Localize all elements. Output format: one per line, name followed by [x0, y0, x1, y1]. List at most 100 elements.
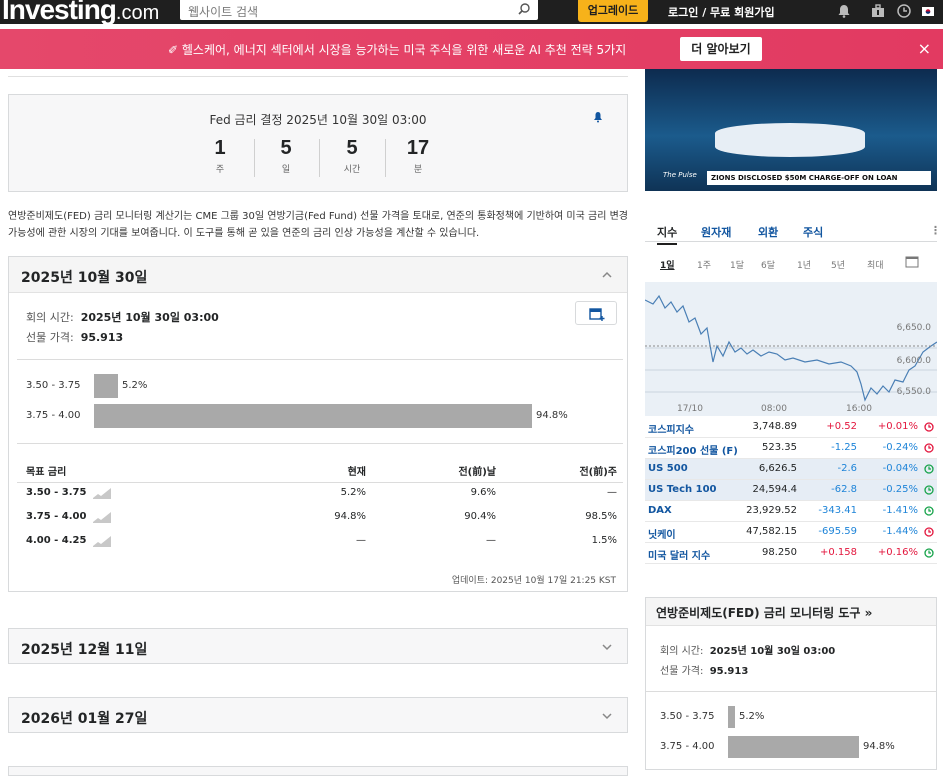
portfolio-icon[interactable] [870, 3, 886, 19]
market-change: +0.158 [819, 547, 857, 558]
period-5y[interactable]: 5년 [831, 258, 845, 271]
period-1d[interactable]: 1일 [660, 258, 675, 271]
prev-week-value: — [607, 487, 617, 498]
search-input[interactable]: 웹사이트 검색 [180, 0, 538, 20]
col-header-prev-week: 전(前)주 [579, 467, 617, 478]
market-change-pct: +0.01% [877, 421, 918, 432]
period-max[interactable]: 최대 [867, 258, 884, 271]
market-row[interactable]: 코스피지수 3,748.89 +0.52 +0.01% [645, 417, 937, 438]
prev-day-value: 90.4% [464, 511, 496, 522]
market-status-clock-icon [924, 548, 934, 558]
studio-desk-image [715, 123, 865, 157]
market-change: -343.41 [818, 505, 857, 516]
tab-indices[interactable]: 지수 [657, 224, 678, 245]
rate-range: 3.75 - 4.00 [26, 511, 87, 522]
search-icon[interactable] [518, 3, 530, 15]
investing-logo[interactable]: Investing.com [2, 0, 159, 26]
period-6m[interactable]: 6달 [761, 258, 775, 271]
close-icon[interactable]: × [918, 39, 931, 58]
trend-chart-icon[interactable] [93, 511, 111, 523]
more-options-icon[interactable]: ⋮ [930, 224, 941, 237]
market-row[interactable]: 닛케이 47,582.15 -695.59 -1.44% [645, 522, 937, 543]
countdown-weeks: 1주 [214, 137, 226, 175]
market-name[interactable]: 코스피200 선물 (F) [648, 442, 738, 457]
col-header-prev-day: 전(前)날 [458, 467, 496, 478]
market-last: 98.250 [762, 547, 797, 558]
market-change-pct: -1.44% [882, 526, 918, 537]
market-change: -2.6 [837, 463, 857, 474]
index-chart[interactable]: 6,650.0 6,600.0 6,550.0 17/10 08:00 16:0… [644, 282, 938, 416]
search-placeholder: 웹사이트 검색 [188, 5, 259, 19]
market-name[interactable]: US Tech 100 [648, 484, 716, 495]
upgrade-button[interactable]: 업그레이드 [578, 0, 648, 22]
rate-range-label: 3.75 - 4.00 [26, 410, 81, 421]
period-1m[interactable]: 1달 [730, 258, 744, 271]
expand-chart-icon[interactable] [905, 256, 919, 268]
meeting-date-title: 2025년 10월 30일 [21, 270, 148, 286]
bell-icon[interactable] [836, 3, 852, 19]
probability-bar [728, 736, 859, 758]
tab-commodities[interactable]: 원자재 [701, 224, 731, 240]
meeting-card-header[interactable]: 2025년 10월 30일 [9, 257, 627, 293]
chevron-down-icon[interactable] [601, 641, 613, 653]
alert-bell-icon[interactable] [593, 111, 603, 123]
market-last: 6,626.5 [758, 463, 797, 474]
probability-bar-row: 3.75 - 4.00 94.8% [660, 736, 930, 758]
chevron-down-icon[interactable] [601, 710, 613, 722]
meeting-accordion[interactable] [8, 766, 628, 776]
countdown-days: 5일 [280, 137, 292, 175]
add-to-calendar-button[interactable] [575, 301, 617, 325]
calendar-add-icon [589, 308, 605, 321]
meeting-date-title: 2026년 01월 27일 [21, 711, 148, 727]
rate-range-label: 3.75 - 4.00 [660, 741, 715, 752]
table-row: 3.50 - 3.75 5.2% 9.6% — [26, 487, 625, 505]
market-row[interactable]: 미국 달러 지수 98.250 +0.158 +0.16% [645, 543, 937, 564]
market-row[interactable]: US Tech 100 24,594.4 -62.8 -0.25% [645, 480, 937, 501]
market-name[interactable]: 코스피지수 [648, 421, 694, 436]
rate-range: 4.00 - 4.25 [26, 535, 87, 546]
learn-more-button[interactable]: 더 알아보기 [680, 37, 762, 61]
probability-value: 5.2% [739, 711, 765, 722]
probability-bar [728, 706, 735, 728]
news-video-thumbnail[interactable]: The Pulse ZIONS DISCLOSED $50M CHARGE-OF… [645, 69, 937, 191]
period-1y[interactable]: 1년 [797, 258, 811, 271]
trend-chart-icon[interactable] [93, 487, 111, 499]
rate-range: 3.50 - 3.75 [26, 487, 87, 498]
market-last: 523.35 [762, 442, 797, 453]
y-tick-label: 6,650.0 [897, 323, 932, 333]
divider [646, 691, 936, 692]
probability-bar [94, 374, 118, 398]
trend-chart-icon[interactable] [93, 535, 111, 547]
market-name[interactable]: 미국 달러 지수 [648, 547, 710, 562]
market-name[interactable]: US 500 [648, 463, 688, 474]
market-row[interactable]: DAX 23,929.52 -343.41 -1.41% [645, 501, 937, 522]
market-row[interactable]: US 500 6,626.5 -2.6 -0.04% [645, 459, 937, 480]
meeting-accordion[interactable]: 2026년 01월 27일 [8, 697, 628, 733]
login-link[interactable]: 로그인 / 무료 회원가입 [668, 4, 775, 20]
meeting-date-title: 2025년 12월 11일 [21, 642, 148, 658]
rate-range-label: 3.50 - 3.75 [26, 380, 81, 391]
tab-forex[interactable]: 외환 [758, 224, 778, 240]
market-change: -695.59 [818, 526, 857, 537]
probability-value: 5.2% [122, 380, 148, 391]
korea-flag-icon[interactable] [920, 3, 936, 19]
probability-bar-row: 3.50 - 3.75 5.2% [660, 706, 930, 728]
probability-bar-row: 3.75 - 4.00 94.8% [26, 404, 616, 428]
clock-icon[interactable] [896, 3, 912, 19]
chart-period-selector: 1일 1주 1달 6달 1년 5년 최대 [645, 256, 937, 276]
promo-banner: ✐ 헬스케어, 에너지 섹터에서 시장을 능가하는 미국 주식을 위한 새로운 … [0, 29, 943, 69]
probability-bar-row: 3.50 - 3.75 5.2% [26, 374, 616, 398]
market-name[interactable]: 닛케이 [648, 526, 676, 541]
meeting-accordion[interactable]: 2025년 12월 11일 [8, 628, 628, 664]
promo-text[interactable]: ✐ 헬스케어, 에너지 섹터에서 시장을 능가하는 미국 주식을 위한 새로운 … [168, 41, 626, 58]
fed-monitor-title[interactable]: 연방준비제도(FED) 금리 모니터링 도구 » [656, 604, 872, 621]
chevron-up-icon[interactable] [601, 269, 613, 281]
market-change-pct: -1.41% [882, 505, 918, 516]
market-name[interactable]: DAX [648, 505, 672, 516]
market-row[interactable]: 코스피200 선물 (F) 523.35 -1.25 -0.24% [645, 438, 937, 459]
period-1w[interactable]: 1주 [697, 258, 711, 271]
tab-stocks[interactable]: 주식 [803, 224, 823, 240]
top-navbar: Investing.com 웹사이트 검색 업그레이드 로그인 / 무료 회원가… [0, 0, 943, 26]
fed-monitor-header[interactable]: 연방준비제도(FED) 금리 모니터링 도구 » [646, 598, 936, 626]
current-value: 94.8% [334, 511, 366, 522]
